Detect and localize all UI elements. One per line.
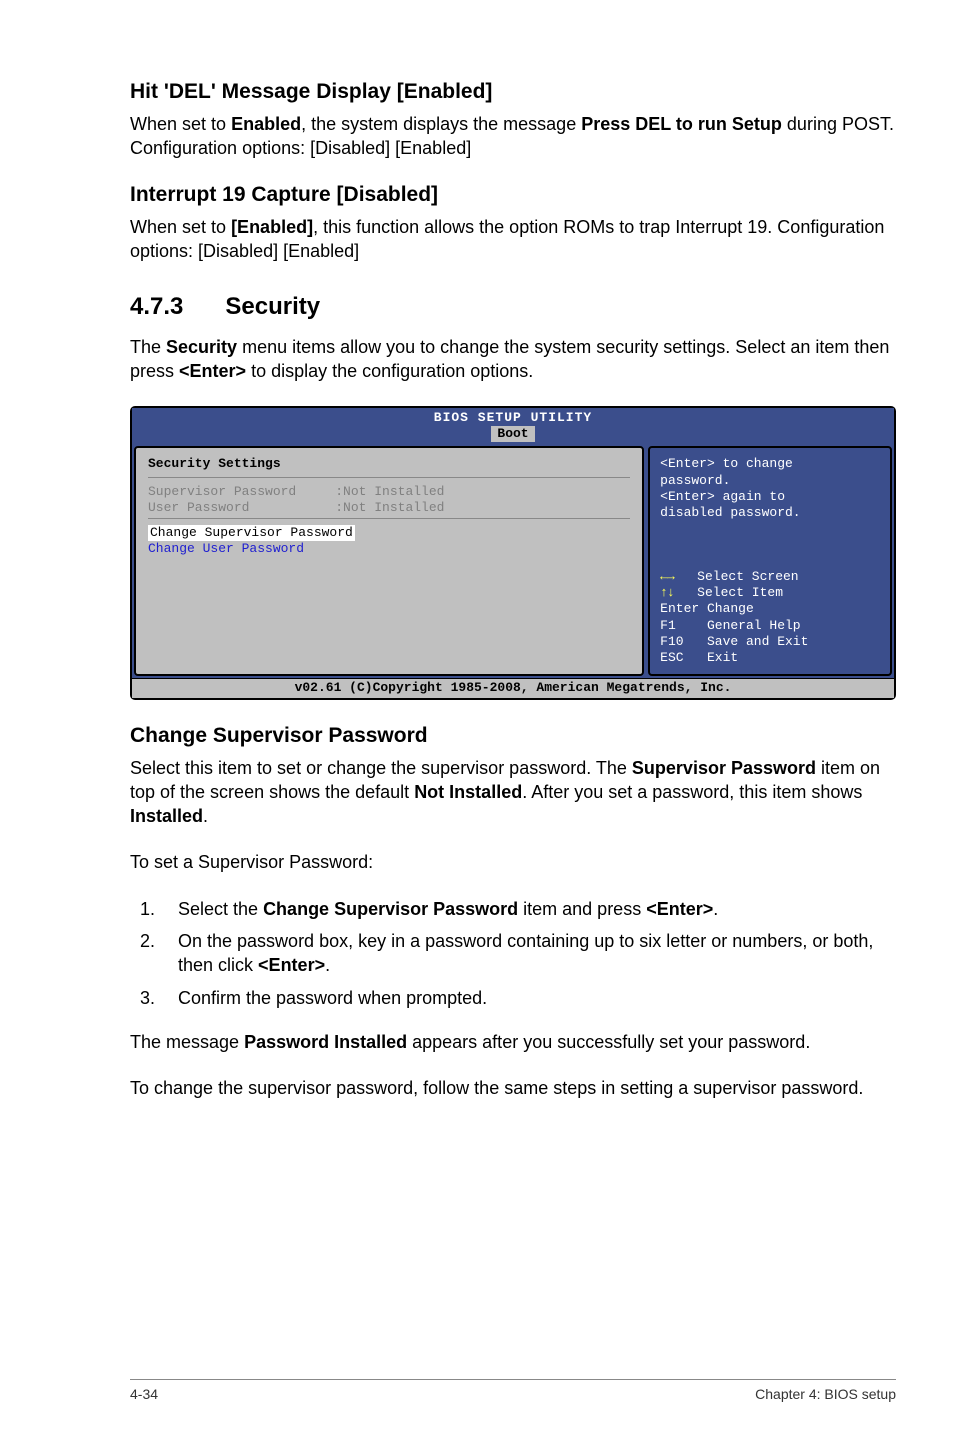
text-bold: Installed bbox=[130, 806, 203, 826]
text: . After you set a password, this item sh… bbox=[522, 782, 862, 802]
bios-settings-title: Security Settings bbox=[148, 456, 630, 472]
bios-help-line: <Enter> again to bbox=[660, 489, 880, 505]
steps-list: Select the Change Supervisor Password it… bbox=[130, 897, 896, 1010]
text: . bbox=[713, 899, 718, 919]
bios-legend-row: F1 General Help bbox=[660, 618, 880, 634]
bios-row-supervisor-password: Supervisor Password :Not Installed bbox=[148, 484, 630, 500]
text: . bbox=[325, 955, 330, 975]
bios-legend-row: Enter Change bbox=[660, 601, 880, 617]
para-hit-del: When set to Enabled, the system displays… bbox=[130, 112, 896, 161]
step-item: Confirm the password when prompted. bbox=[160, 986, 896, 1010]
bios-row-change-user: Change User Password bbox=[148, 541, 630, 557]
text-bold: Press DEL to run Setup bbox=[581, 114, 782, 134]
bios-legend-row: ←→ Select Screen bbox=[660, 569, 880, 585]
text-bold: Change Supervisor Password bbox=[263, 899, 518, 919]
text-bold: [Enabled] bbox=[231, 217, 313, 237]
bios-legend-row: ↑↓ Select Item bbox=[660, 585, 880, 601]
text: item and press bbox=[518, 899, 646, 919]
text-bold: <Enter> bbox=[179, 361, 246, 381]
bios-right-panel: <Enter> to change password. <Enter> agai… bbox=[648, 446, 892, 676]
para-security-intro: The Security menu items allow you to cha… bbox=[130, 335, 896, 384]
section-number: 4.7.3 bbox=[130, 293, 183, 321]
bios-divider bbox=[148, 518, 630, 519]
heading-security: 4.7.3 Security bbox=[130, 293, 896, 321]
text: When set to bbox=[130, 217, 231, 237]
para-change-supervisor-1: Select this item to set or change the su… bbox=[130, 756, 896, 829]
section-title: Security bbox=[225, 293, 320, 320]
bios-help-line: <Enter> to change bbox=[660, 456, 880, 472]
text: to display the configuration options. bbox=[246, 361, 533, 381]
bios-tab-row: Boot bbox=[132, 426, 894, 444]
text-bold: Not Installed bbox=[414, 782, 522, 802]
bios-legend-label: Select Screen bbox=[674, 569, 799, 584]
bios-help-line: disabled password. bbox=[660, 505, 880, 521]
bios-row-change-supervisor: Change Supervisor Password bbox=[148, 525, 630, 541]
bios-help-line: password. bbox=[660, 473, 880, 489]
page-number: 4-34 bbox=[130, 1386, 158, 1402]
bios-tab-boot: Boot bbox=[491, 426, 534, 442]
bios-legend-label: Select Item bbox=[674, 585, 783, 600]
text-bold: Supervisor Password bbox=[632, 758, 816, 778]
text: The bbox=[130, 337, 166, 357]
text-bold: <Enter> bbox=[646, 899, 713, 919]
text: The message bbox=[130, 1032, 244, 1052]
bios-selected-item: Change Supervisor Password bbox=[148, 525, 355, 541]
arrow-left-right-icon: ←→ bbox=[660, 569, 674, 584]
bios-legend: ←→ Select Screen ↑↓ Select Item Enter Ch… bbox=[660, 569, 880, 667]
text: Select this item to set or change the su… bbox=[130, 758, 632, 778]
text-bold: <Enter> bbox=[258, 955, 325, 975]
heading-interrupt-19: Interrupt 19 Capture [Disabled] bbox=[130, 183, 896, 207]
text-bold: Enabled bbox=[231, 114, 301, 134]
step-item: Select the Change Supervisor Password it… bbox=[160, 897, 896, 921]
bios-title: BIOS SETUP UTILITY bbox=[132, 408, 894, 426]
para-password-installed: The message Password Installed appears a… bbox=[130, 1030, 896, 1054]
para-to-change-supervisor: To change the supervisor password, follo… bbox=[130, 1076, 896, 1100]
step-item: On the password box, key in a password c… bbox=[160, 929, 896, 978]
bios-legend-row: ESC Exit bbox=[660, 650, 880, 666]
para-interrupt-19: When set to [Enabled], this function all… bbox=[130, 215, 896, 264]
text-bold: Password Installed bbox=[244, 1032, 407, 1052]
bios-footer: v02.61 (C)Copyright 1985-2008, American … bbox=[132, 678, 894, 697]
text: When set to bbox=[130, 114, 231, 134]
bios-left-panel: Security Settings Supervisor Password :N… bbox=[134, 446, 644, 676]
text: Select the bbox=[178, 899, 263, 919]
text: appears after you successfully set your … bbox=[407, 1032, 810, 1052]
text: , the system displays the message bbox=[301, 114, 581, 134]
para-to-set-supervisor: To set a Supervisor Password: bbox=[130, 850, 896, 874]
heading-hit-del: Hit 'DEL' Message Display [Enabled] bbox=[130, 80, 896, 104]
text-bold: Security bbox=[166, 337, 237, 357]
text: . bbox=[203, 806, 208, 826]
heading-change-supervisor-password: Change Supervisor Password bbox=[130, 724, 896, 748]
arrow-up-down-icon: ↑↓ bbox=[660, 585, 674, 600]
page-footer: 4-34 Chapter 4: BIOS setup bbox=[130, 1379, 896, 1402]
bios-screenshot: BIOS SETUP UTILITY Boot Security Setting… bbox=[130, 406, 896, 700]
bios-row-user-password: User Password :Not Installed bbox=[148, 500, 630, 516]
bios-legend-row: F10 Save and Exit bbox=[660, 634, 880, 650]
chapter-label: Chapter 4: BIOS setup bbox=[755, 1386, 896, 1402]
bios-divider bbox=[148, 477, 630, 478]
